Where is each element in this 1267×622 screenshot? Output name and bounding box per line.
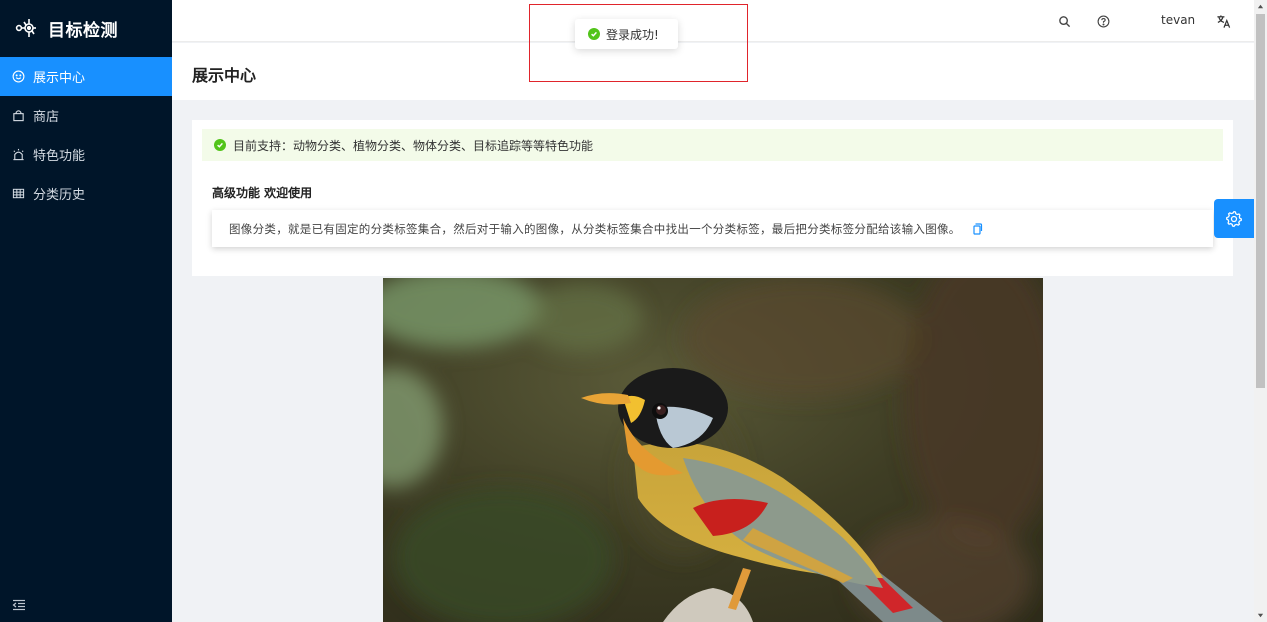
description-box: 图像分类，就是已有固定的分类标签集合，然后对于输入的图像，从分类标签集合中找出一… [212, 210, 1213, 247]
copy-icon[interactable] [971, 222, 983, 235]
support-alert: 目前支持：动物分类、植物分类、物体分类、目标追踪等等特色功能 [202, 129, 1223, 161]
bird-image [383, 278, 1043, 622]
settings-button[interactable] [1214, 199, 1254, 238]
toast-message: 登录成功! [606, 27, 659, 42]
smile-icon [12, 70, 25, 83]
app-title: 目标检测 [48, 20, 118, 41]
sidebar: 目标检测 展示中心 商店 特色功能 分类历史 [0, 0, 172, 622]
feature-card: 目前支持：动物分类、植物分类、物体分类、目标追踪等等特色功能 高级功能 欢迎使用… [192, 120, 1233, 276]
search-icon[interactable] [1057, 14, 1071, 28]
logo-icon [15, 19, 36, 37]
menu-fold-icon[interactable] [12, 598, 26, 612]
vertical-scrollbar[interactable] [1254, 0, 1267, 622]
check-circle-icon [588, 28, 600, 40]
gear-icon [1225, 210, 1243, 227]
page-title: 展示中心 [192, 66, 257, 85]
sidebar-item-label: 商店 [33, 110, 60, 125]
app-logo[interactable]: 目标检测 [0, 0, 172, 56]
sidebar-item-features[interactable]: 特色功能 [0, 135, 172, 174]
help-icon[interactable] [1096, 14, 1110, 28]
scroll-up-icon[interactable] [1257, 3, 1264, 10]
username[interactable]: tevan [1161, 13, 1195, 27]
sidebar-item-label: 展示中心 [33, 71, 86, 86]
check-circle-icon [214, 139, 226, 151]
scroll-thumb[interactable] [1256, 14, 1265, 388]
translate-icon[interactable] [1215, 13, 1231, 29]
scroll-down-icon[interactable] [1257, 612, 1264, 619]
sidebar-item-showcase[interactable]: 展示中心 [0, 57, 172, 96]
sidebar-item-history[interactable]: 分类历史 [0, 174, 172, 213]
shopping-bag-icon [12, 109, 25, 122]
advanced-title: 高级功能 欢迎使用 [212, 186, 313, 200]
success-toast: 登录成功! [575, 19, 678, 49]
description-text: 图像分类，就是已有固定的分类标签集合，然后对于输入的图像，从分类标签集合中找出一… [229, 221, 961, 236]
table-icon [12, 187, 25, 200]
support-text: 目前支持：动物分类、植物分类、物体分类、目标追踪等等特色功能 [233, 138, 594, 153]
sidebar-item-store[interactable]: 商店 [0, 96, 172, 135]
alarm-icon [12, 148, 25, 161]
sidebar-item-label: 分类历史 [33, 188, 86, 203]
sidebar-item-label: 特色功能 [33, 149, 86, 164]
